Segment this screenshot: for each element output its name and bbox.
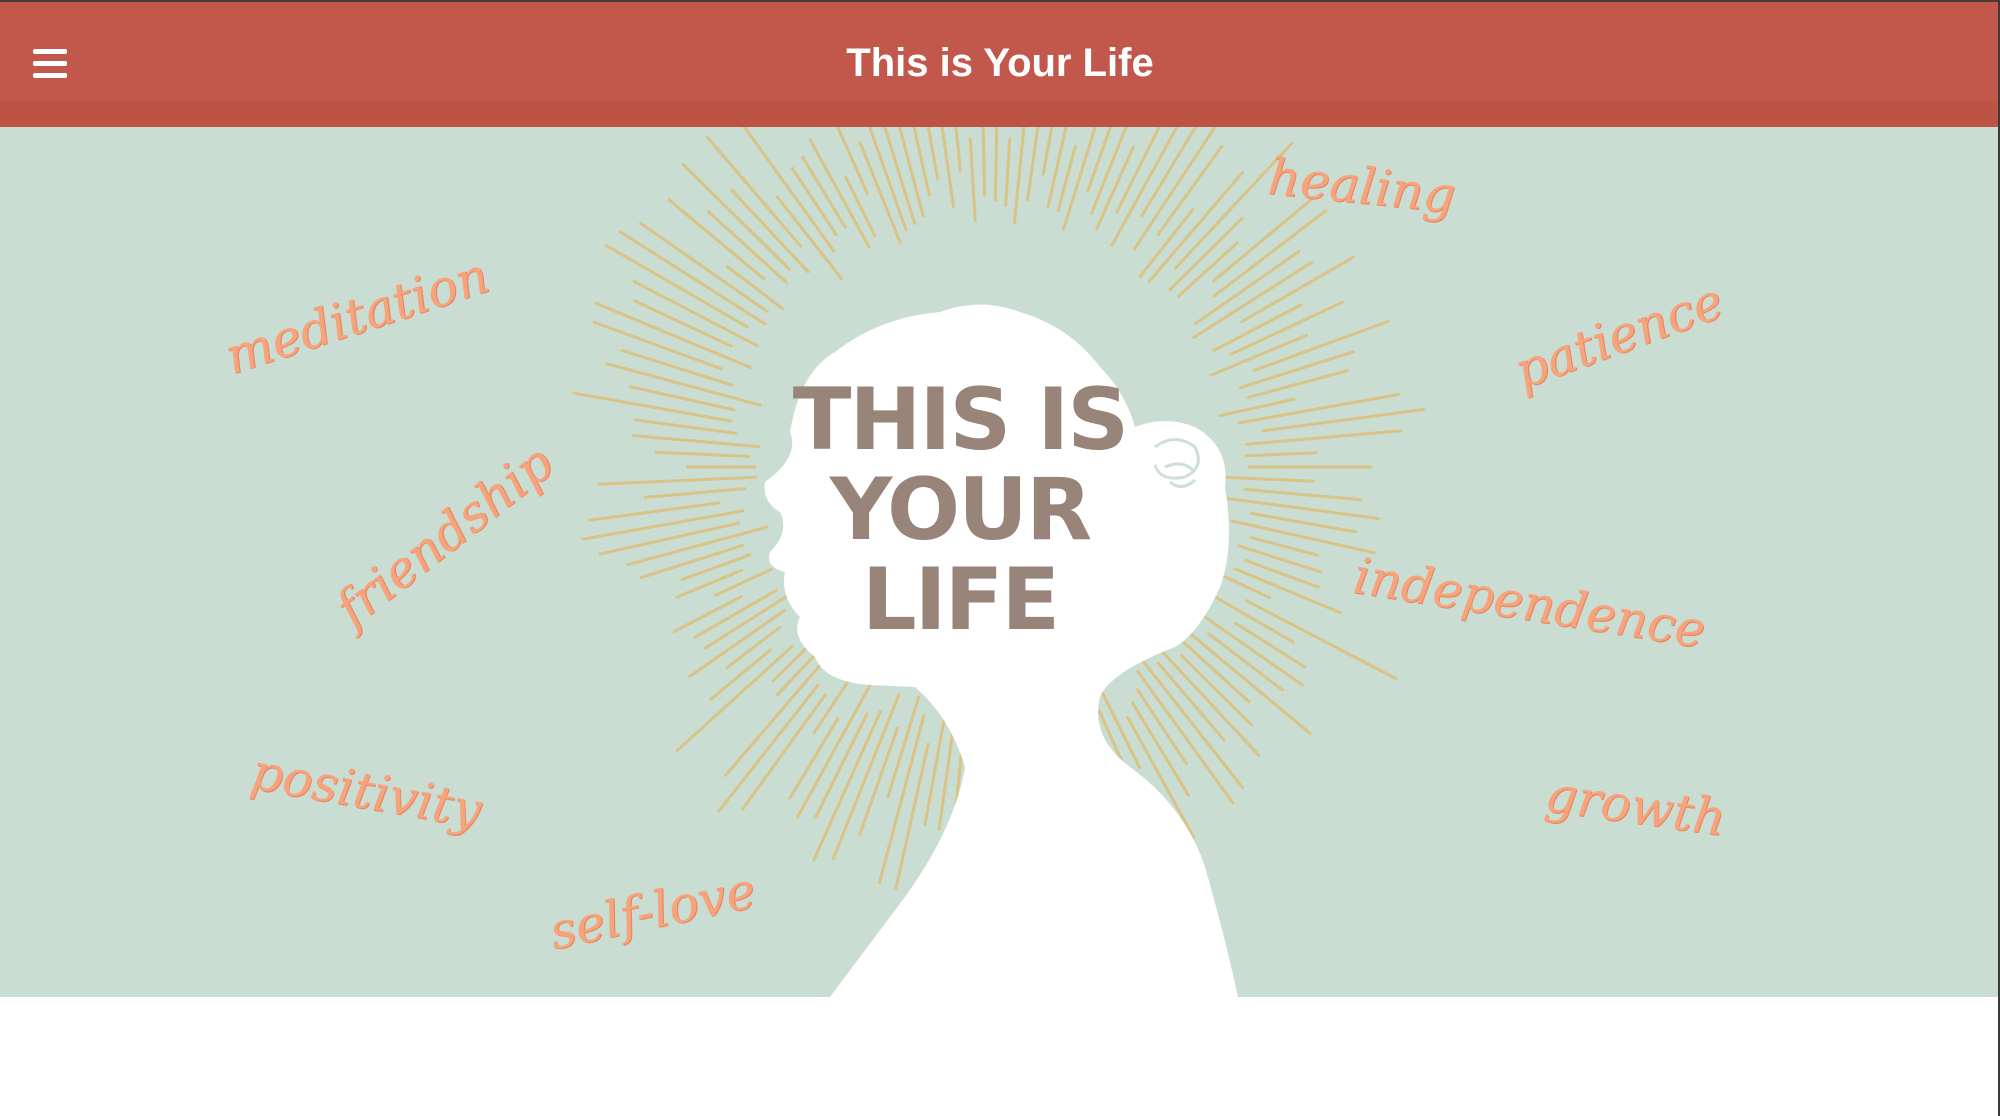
sunburst-ray bbox=[1261, 408, 1425, 433]
sunburst-ray bbox=[1246, 369, 1349, 399]
sunburst-ray bbox=[968, 137, 977, 223]
sunburst-ray bbox=[1237, 544, 1323, 574]
sunburst-ray bbox=[993, 127, 999, 202]
header-shade bbox=[0, 101, 2000, 127]
sunburst-ray bbox=[1110, 127, 1178, 247]
sunburst-ray bbox=[1132, 127, 1217, 251]
sunburst-ray bbox=[705, 135, 803, 248]
hero-title: THIS IS YOUR LIFE bbox=[760, 375, 1160, 645]
sunburst-ray bbox=[883, 127, 917, 225]
sunburst-ray bbox=[633, 418, 738, 435]
sunburst-ray bbox=[1229, 300, 1344, 356]
sunburst-ray bbox=[604, 244, 749, 329]
sunburst-ray bbox=[597, 475, 758, 486]
sunburst-ray bbox=[1243, 558, 1320, 589]
sunburst-ray bbox=[1245, 599, 1398, 680]
sunburst-ray bbox=[581, 509, 745, 541]
sunburst-ray bbox=[1026, 127, 1040, 202]
sunburst-ray bbox=[1168, 217, 1244, 292]
sunburst-ray bbox=[1156, 144, 1224, 236]
sunburst-ray bbox=[1061, 127, 1097, 232]
sunburst-ray bbox=[1237, 393, 1400, 425]
sunburst-ray bbox=[654, 450, 751, 458]
sunburst-ray bbox=[812, 710, 882, 862]
sunburst-ray bbox=[940, 127, 955, 209]
sunburst-ray bbox=[717, 683, 820, 813]
hero-banner: THIS IS YOUR LIFE meditation friendship … bbox=[0, 127, 2000, 997]
sunburst-ray bbox=[672, 595, 743, 634]
sunburst-ray bbox=[631, 434, 761, 449]
page-title: This is Your Life bbox=[846, 41, 1154, 85]
sunburst-ray bbox=[954, 127, 962, 173]
sunburst-ray bbox=[1180, 654, 1254, 727]
sunburst-ray bbox=[1225, 475, 1315, 483]
sunburst-ray bbox=[1156, 661, 1226, 742]
sunburst-ray bbox=[1240, 255, 1355, 323]
sunburst-ray bbox=[667, 198, 766, 281]
hero-title-line-3: LIFE bbox=[861, 550, 1060, 650]
sunburst-ray bbox=[1218, 397, 1296, 418]
hero-title-line-1: THIS IS bbox=[792, 370, 1129, 470]
sunburst-ray bbox=[594, 301, 753, 369]
sunburst-ray bbox=[572, 391, 733, 423]
sunburst-ray bbox=[868, 127, 908, 232]
sunburst-ray bbox=[675, 568, 743, 599]
sunburst-ray bbox=[742, 127, 836, 253]
sunburst-ray bbox=[1182, 641, 1251, 704]
sunburst-ray bbox=[598, 521, 740, 556]
sunburst-ray bbox=[1244, 488, 1363, 502]
app-header: This is Your Life bbox=[0, 0, 2000, 127]
sunburst-ray bbox=[831, 693, 901, 860]
sunburst-ray bbox=[1012, 127, 1026, 225]
sunburst-ray bbox=[844, 175, 877, 237]
sunburst-ray bbox=[706, 210, 788, 284]
sunburst-ray bbox=[1041, 127, 1054, 176]
sunburst-ray bbox=[981, 127, 987, 197]
sunburst-ray bbox=[1138, 208, 1195, 279]
sunburst-ray bbox=[835, 127, 870, 196]
sunburst-ray bbox=[1221, 496, 1380, 520]
sunburst-ray bbox=[1004, 137, 1012, 207]
sunburst-ray bbox=[730, 188, 810, 274]
sunburst-ray bbox=[1244, 451, 1318, 458]
sunburst-ray bbox=[644, 487, 747, 499]
sunburst-ray bbox=[1244, 429, 1403, 446]
hero-title-line-2: YOUR bbox=[829, 460, 1092, 560]
sunburst-ray bbox=[680, 553, 752, 582]
